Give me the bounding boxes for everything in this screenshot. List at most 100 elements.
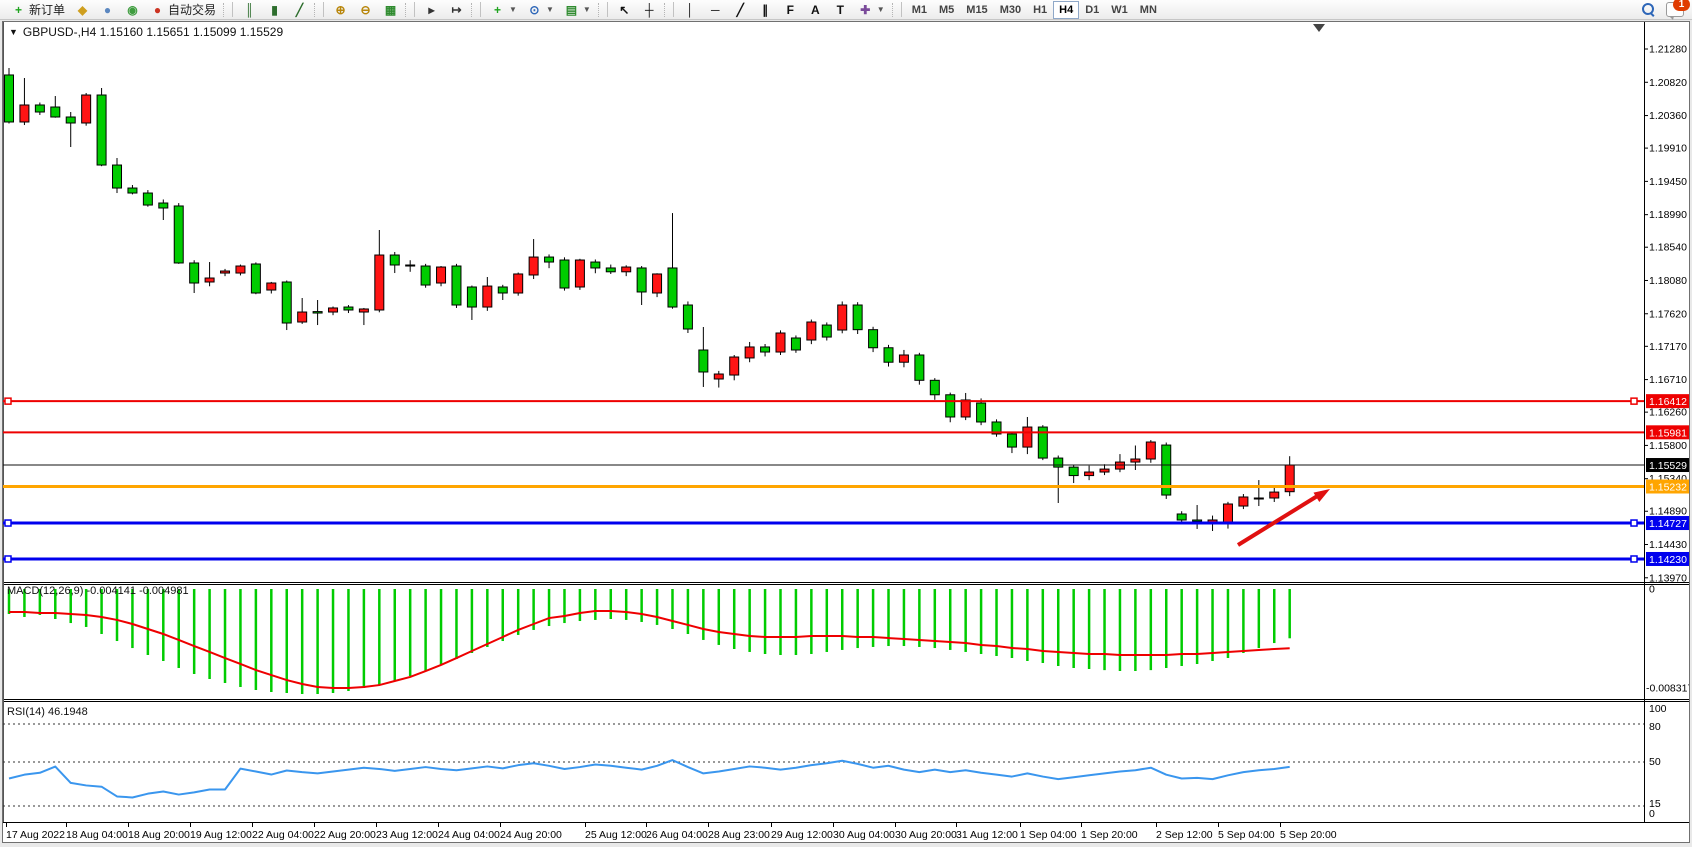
chart-shift-icon: ↦ <box>449 2 464 17</box>
toolbar: +新订单◆●◉●自动交易║▮╱⊕⊖▦▸↦+▼⊙▼▤▼↖┼│─╱∥FAT✚▼M1M… <box>0 0 1692 20</box>
chevron-down-icon: ▼ <box>583 5 591 14</box>
hline-icon: ─ <box>708 2 723 17</box>
pane-borders <box>3 22 1689 823</box>
timeframe-button-w1[interactable]: W1 <box>1105 1 1134 19</box>
chevron-down-icon: ▼ <box>877 5 885 14</box>
new-order-icon: + <box>11 2 26 17</box>
chart-shift-button[interactable]: ↦ <box>444 0 469 20</box>
candle <box>1115 462 1124 469</box>
vertical-line-button[interactable]: │ <box>678 0 703 20</box>
timeframe-button-mn[interactable]: MN <box>1134 1 1163 19</box>
signals-icon: ◉ <box>125 2 140 17</box>
price-axis[interactable]: 1.212801.208201.203601.199101.194501.189… <box>1644 44 1687 585</box>
candle <box>221 271 230 273</box>
favorites-button[interactable]: ◆ <box>70 0 95 20</box>
channel-icon: ∥ <box>758 2 773 17</box>
svg-text:5 Sep 04:00: 5 Sep 04:00 <box>1218 829 1275 841</box>
time-axis[interactable]: 17 Aug 202218 Aug 04:0018 Aug 20:0019 Au… <box>6 822 1337 841</box>
hline-1.14230-handle[interactable] <box>1631 556 1637 562</box>
candle <box>236 266 245 273</box>
indicators-button[interactable]: +▼ <box>485 0 522 20</box>
chart-shift-marker[interactable] <box>1313 24 1325 32</box>
candle <box>668 268 677 307</box>
new-order-button[interactable]: +新订单 <box>6 0 70 20</box>
macd-pane: 0-0.008317 <box>9 584 1689 695</box>
candle <box>637 268 646 292</box>
auto-trading-button[interactable]: ●自动交易 <box>145 0 221 20</box>
timeframe-button-m1[interactable]: M1 <box>906 1 933 19</box>
bar-chart-button[interactable]: ║ <box>237 0 262 20</box>
crosshair-button[interactable]: ┼ <box>637 0 662 20</box>
svg-text:1.19910: 1.19910 <box>1649 143 1687 155</box>
candle <box>51 107 60 117</box>
svg-text:80: 80 <box>1649 721 1661 733</box>
text-icon: A <box>808 2 823 17</box>
candlestick-icon: ▮ <box>267 2 282 17</box>
notification-badge: 1 <box>1673 0 1690 11</box>
text-button[interactable]: A <box>803 0 828 20</box>
timeframe-button-m15[interactable]: M15 <box>960 1 993 19</box>
svg-text:31 Aug 12:00: 31 Aug 12:00 <box>956 829 1018 841</box>
profiles-button[interactable]: ● <box>95 0 120 20</box>
horizontal-line-button[interactable]: ─ <box>703 0 728 20</box>
signals-button[interactable]: ◉ <box>120 0 145 20</box>
candle <box>1069 467 1078 475</box>
candle <box>683 305 692 329</box>
svg-text:22 Aug 04:00: 22 Aug 04:00 <box>252 829 314 841</box>
timeframe-button-h4[interactable]: H4 <box>1053 1 1079 19</box>
timeframe-button-m5[interactable]: M5 <box>933 1 960 19</box>
favorites-icon: ◆ <box>75 2 90 17</box>
candle <box>1223 504 1232 524</box>
macd-zero-label: 0 <box>1649 584 1655 596</box>
hline-1.16412-handle[interactable] <box>1631 398 1637 404</box>
candle <box>5 75 14 122</box>
vline-icon: │ <box>683 2 698 17</box>
zoom-in-icon: ⊕ <box>333 2 348 17</box>
candle <box>35 105 44 112</box>
arrows-button[interactable]: ✚▼ <box>853 0 890 20</box>
zoom-out-button[interactable]: ⊖ <box>353 0 378 20</box>
fibonacci-button[interactable]: F <box>778 0 803 20</box>
label-button[interactable]: T <box>828 0 853 20</box>
timeframe-button-h1[interactable]: H1 <box>1027 1 1053 19</box>
candle <box>899 355 908 362</box>
channel-button[interactable]: ∥ <box>753 0 778 20</box>
svg-text:1.20820: 1.20820 <box>1649 77 1687 89</box>
candle <box>128 188 137 193</box>
candle <box>560 260 569 288</box>
svg-text:30 Aug 04:00: 30 Aug 04:00 <box>833 829 895 841</box>
chart-menu-arrow[interactable]: ▼ <box>9 27 18 37</box>
hline-1.14230-handle[interactable] <box>5 556 11 562</box>
candle <box>113 165 122 188</box>
candles-layer <box>5 68 1295 531</box>
cursor-button[interactable]: ↖ <box>612 0 637 20</box>
hline-1.16412-handle[interactable] <box>5 398 11 404</box>
candle <box>1007 434 1016 447</box>
hline-1.14727-handle[interactable] <box>1631 520 1637 526</box>
trend-arrow-object[interactable] <box>1238 489 1330 545</box>
candle <box>930 380 939 394</box>
chat-notification-icon[interactable]: 1 <box>1666 2 1684 17</box>
candle <box>66 117 75 123</box>
candle <box>406 265 415 266</box>
hline-1.14727-handle[interactable] <box>5 520 11 526</box>
candlestick-chart-button[interactable]: ▮ <box>262 0 287 20</box>
chart-canvas[interactable]: 1.212801.208201.203601.199101.194501.189… <box>3 22 1689 842</box>
auto-scroll-button[interactable]: ▸ <box>419 0 444 20</box>
candle <box>1054 458 1063 467</box>
search-icon[interactable] <box>1642 3 1656 17</box>
zoom-in-button[interactable]: ⊕ <box>328 0 353 20</box>
timeframe-button-d1[interactable]: D1 <box>1079 1 1105 19</box>
line-chart-button[interactable]: ╱ <box>287 0 312 20</box>
candle <box>82 95 91 123</box>
templates-button[interactable]: ▤▼ <box>559 0 596 20</box>
trendline-button[interactable]: ╱ <box>728 0 753 20</box>
timeframe-button-m30[interactable]: M30 <box>994 1 1027 19</box>
periods-button[interactable]: ⊙▼ <box>522 0 559 20</box>
indicators-icon: + <box>490 2 505 17</box>
svg-text:1.18540: 1.18540 <box>1649 242 1687 254</box>
candle <box>529 257 538 275</box>
tile-windows-button[interactable]: ▦ <box>378 0 403 20</box>
chart-window[interactable]: 1.212801.208201.203601.199101.194501.189… <box>2 21 1690 843</box>
candle <box>915 355 924 380</box>
